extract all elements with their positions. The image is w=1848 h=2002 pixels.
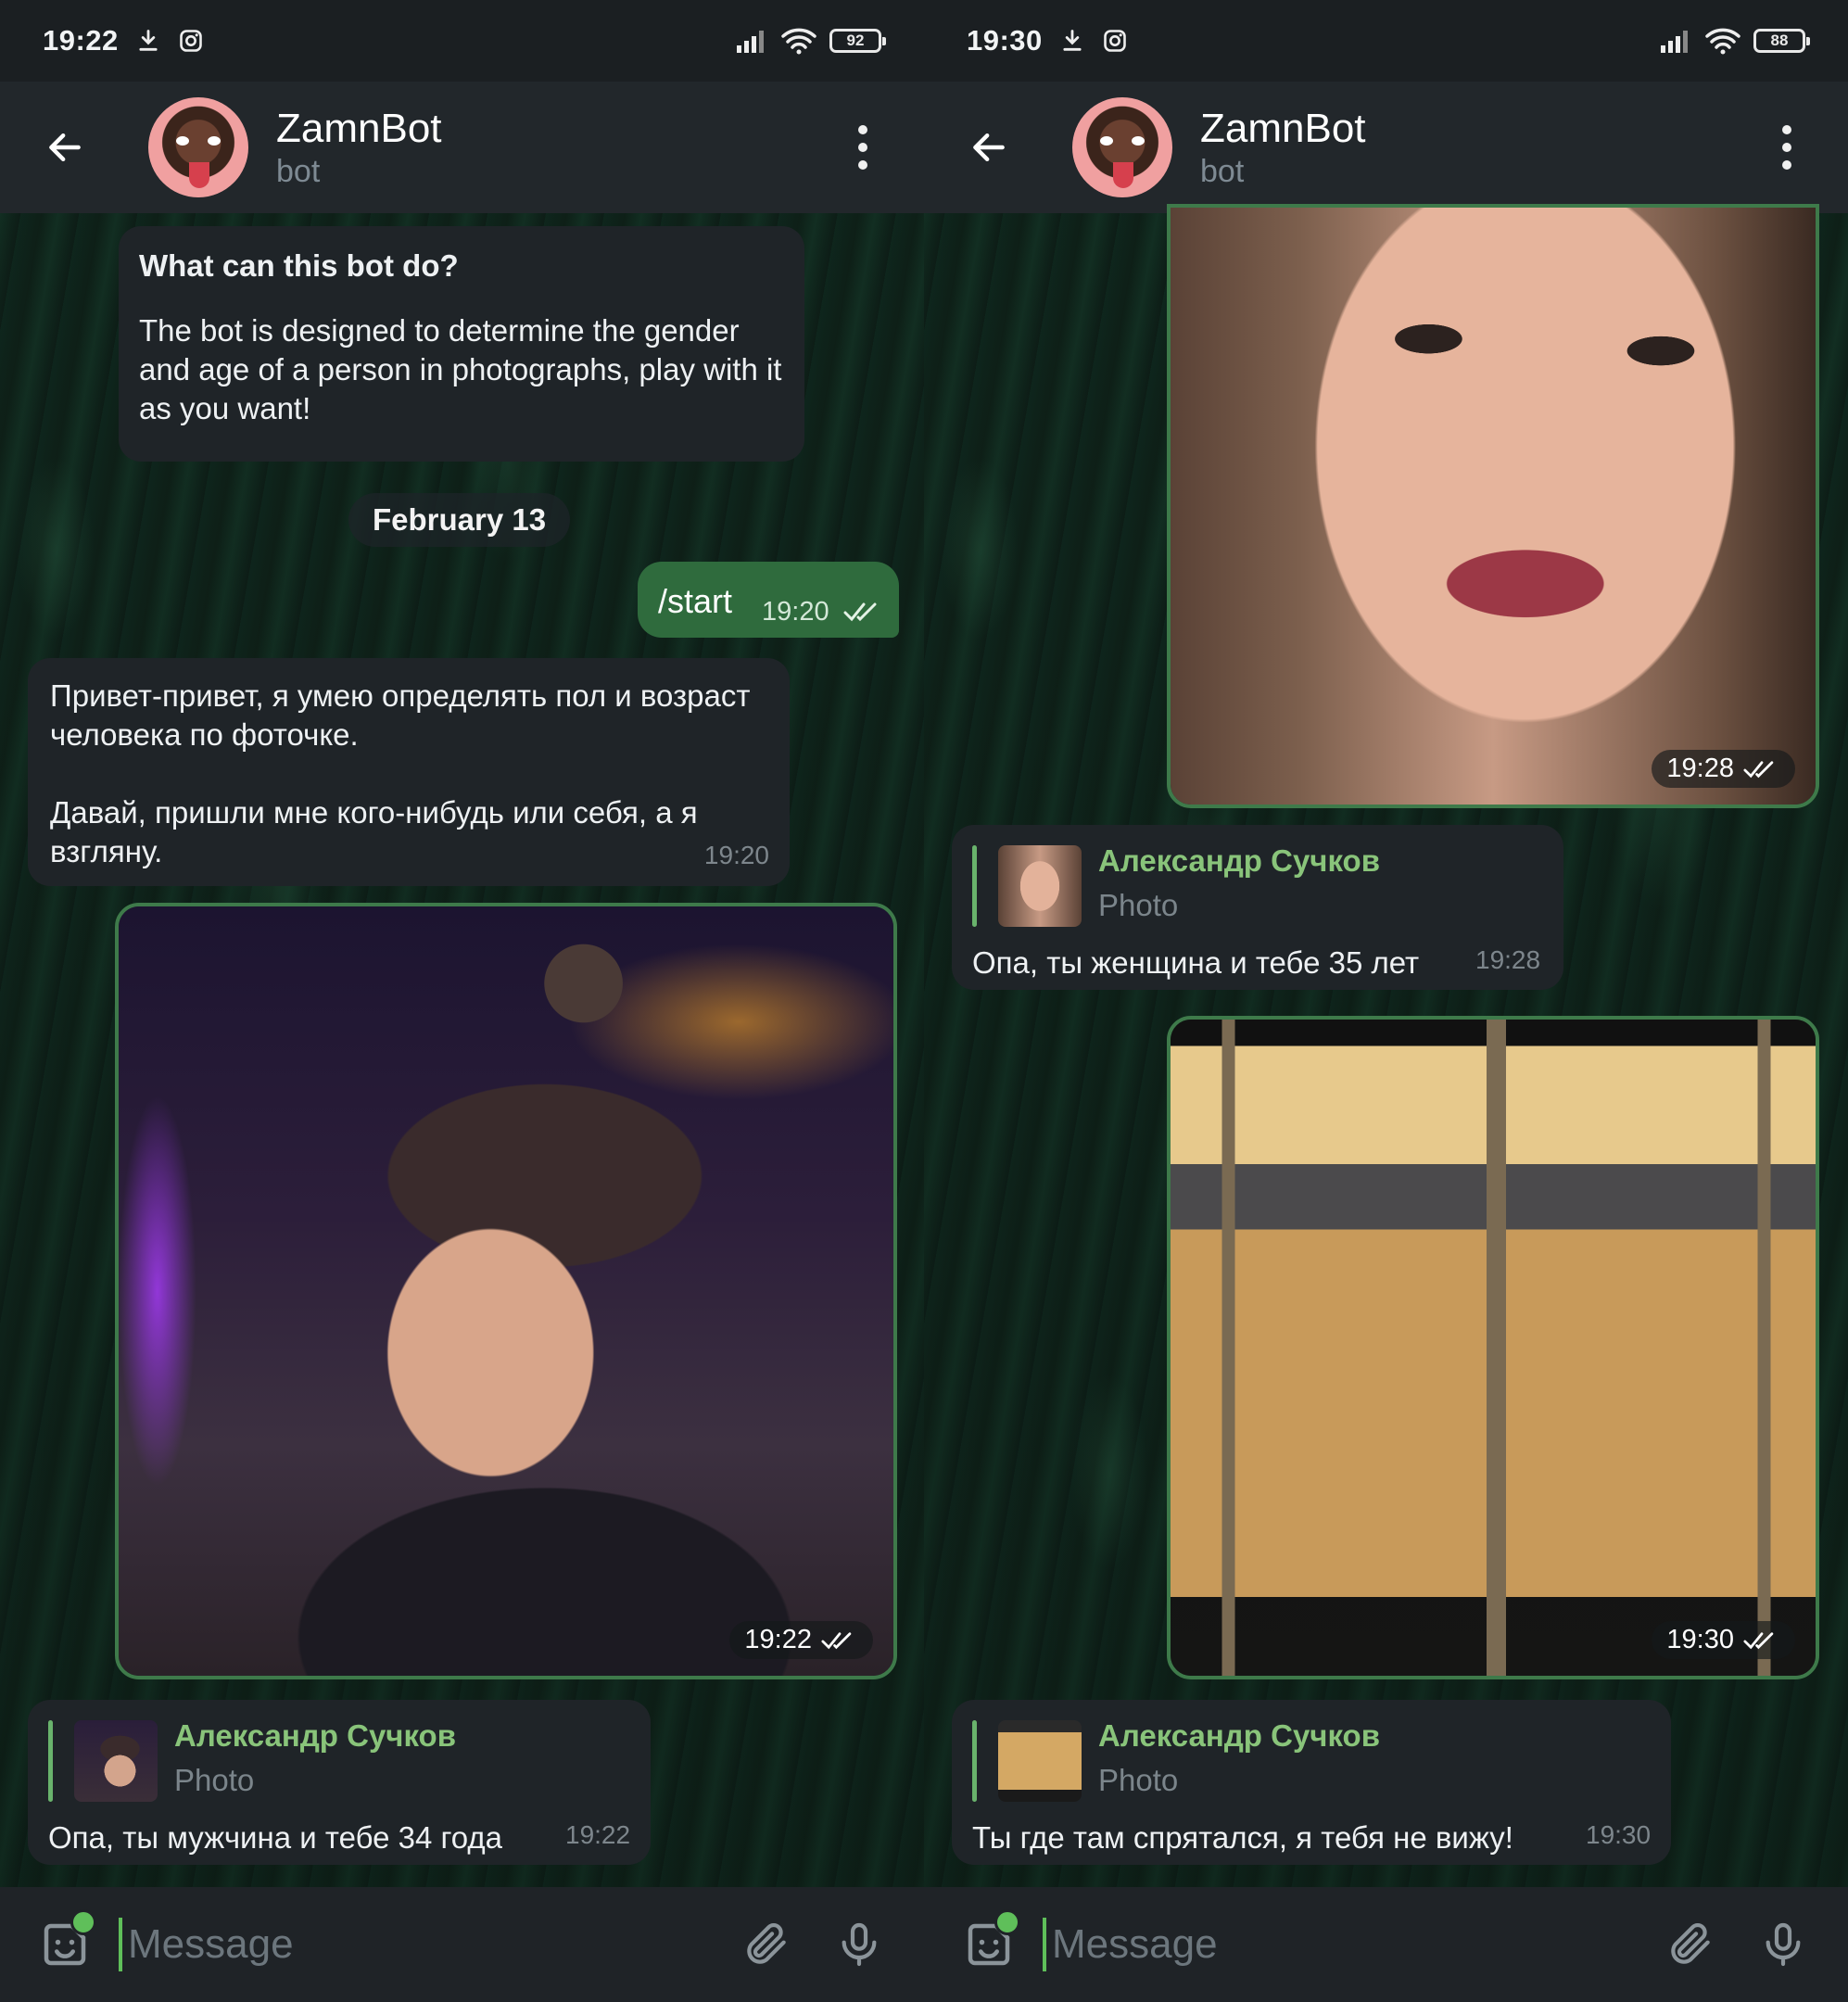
message-time: 19:30 (1586, 1820, 1652, 1849)
bot-reply-message[interactable]: Александр Сучков Photo Опа, ты мужчина и… (28, 1700, 651, 1865)
reply-quote-bar (972, 1720, 977, 1802)
chat-screen-left: 19:22 92 ZamnBot bot What can this bot d… (0, 0, 924, 2002)
instagram-icon (180, 30, 202, 52)
intro-body: The bot is designed to determine the gen… (139, 313, 782, 425)
signal-icon (1661, 31, 1688, 53)
chat-header: ZamnBot bot (0, 82, 924, 213)
battery-indicator: 88 (1753, 29, 1810, 53)
screens: 19:22 92 ZamnBot bot What can this bot d… (0, 0, 1848, 2002)
bot-avatar[interactable] (148, 97, 248, 197)
photo-time-badge: 19:22 (729, 1621, 873, 1659)
bot-reply-message[interactable]: Александр Сучков Photo Опа, ты женщина и… (952, 825, 1563, 990)
photo-message[interactable]: 19:28 (1167, 204, 1819, 808)
message-input[interactable] (1043, 1918, 1626, 1971)
double-check-icon (1743, 760, 1774, 778)
intro-heading: What can this bot do? (139, 248, 459, 283)
reply-thumbnail[interactable] (998, 1720, 1082, 1802)
battery-indicator: 92 (829, 29, 886, 53)
chat-title-block[interactable]: ZamnBot bot (276, 105, 442, 190)
status-bar: 19:30 88 (924, 0, 1848, 82)
reply-author: Александр Сучков (174, 1718, 456, 1753)
reply-quote-bar (972, 845, 977, 927)
more-menu-button[interactable] (854, 125, 872, 170)
back-button[interactable] (961, 120, 1017, 175)
wifi-icon (1705, 28, 1740, 55)
photo-image (1171, 208, 1816, 805)
reply-author: Александр Сучков (1098, 843, 1380, 878)
reply-thumbnail[interactable] (998, 845, 1082, 927)
message-text: Привет-привет, я умею определять пол и в… (50, 678, 751, 752)
paperclip-icon (1671, 1922, 1710, 1964)
photo-message[interactable]: 19:22 (115, 903, 897, 1679)
message-input[interactable] (119, 1918, 702, 1971)
message-text: Ты где там спрятался, я тебя не вижу! (972, 1820, 1513, 1855)
reply-type: Photo (1098, 888, 1179, 922)
message-time: 19:28 (1666, 754, 1734, 783)
voice-button[interactable] (1755, 1917, 1811, 1972)
message-text: Опа, ты женщина и тебе 35 лет (972, 945, 1420, 980)
message-composer (0, 1887, 924, 2002)
status-time: 19:22 (43, 24, 119, 57)
message-text: /start (658, 582, 733, 620)
more-vertical-icon (858, 125, 867, 134)
more-vertical-icon (1782, 125, 1791, 134)
wifi-icon (781, 28, 816, 55)
message-text: Давай, пришли мне кого-нибудь или себя, … (50, 795, 698, 868)
emoji-button[interactable] (961, 1909, 1020, 1972)
reply-type: Photo (174, 1763, 255, 1797)
message-time: 19:22 (565, 1820, 631, 1849)
message-time: 19:28 (1475, 945, 1541, 974)
microphone-icon (1766, 1922, 1801, 1967)
back-button[interactable] (37, 120, 93, 175)
chat-screen-right: 19:30 88 ZamnBot bot 19:28 Александр Суч… (924, 0, 1848, 2002)
reply-author: Александр Сучков (1098, 1718, 1380, 1753)
signal-icon (737, 31, 764, 53)
bot-intro-card: What can this bot do? The bot is designe… (119, 226, 804, 462)
status-bar: 19:22 92 (0, 0, 924, 82)
more-menu-button[interactable] (1778, 125, 1796, 170)
double-check-icon (843, 602, 877, 622)
reply-quote-bar (48, 1720, 53, 1802)
arrow-left-icon (49, 133, 81, 162)
date-divider: February 13 (348, 493, 571, 547)
message-composer (924, 1887, 1848, 2002)
photo-message[interactable]: 19:30 (1167, 1016, 1819, 1679)
emoji-button[interactable] (37, 1909, 96, 1972)
message-text: Опа, ты мужчина и тебе 34 года (48, 1820, 503, 1855)
instagram-icon (1104, 30, 1126, 52)
message-time: 19:20 (703, 841, 769, 869)
bot-avatar[interactable] (1072, 97, 1172, 197)
notification-dot (70, 1909, 96, 1935)
attach-button[interactable] (1663, 1917, 1718, 1972)
message-time: 19:30 (1666, 1625, 1734, 1654)
microphone-icon (842, 1922, 877, 1967)
voice-button[interactable] (831, 1917, 887, 1972)
bot-message[interactable]: Привет-привет, я умею определять пол и в… (28, 658, 790, 886)
chat-header: ZamnBot bot (924, 82, 1848, 213)
double-check-icon (821, 1631, 852, 1649)
download-icon (139, 30, 158, 51)
arrow-left-icon (973, 133, 1005, 162)
double-check-icon (1743, 1631, 1774, 1649)
reply-type: Photo (1098, 1763, 1179, 1797)
paperclip-icon (747, 1922, 786, 1964)
download-icon (1063, 30, 1082, 51)
bot-reply-message[interactable]: Александр Сучков Photo Ты где там спрята… (952, 1700, 1671, 1865)
reply-thumbnail[interactable] (74, 1720, 158, 1802)
photo-time-badge: 19:30 (1652, 1621, 1795, 1659)
chat-subtitle: bot (276, 154, 321, 189)
message-time: 19:22 (744, 1625, 812, 1654)
photo-image (1171, 1020, 1816, 1676)
chat-title-block[interactable]: ZamnBot bot (1200, 105, 1366, 190)
status-time: 19:30 (967, 24, 1043, 57)
outgoing-message[interactable]: /start 19:20 (638, 562, 899, 638)
photo-time-badge: 19:28 (1652, 750, 1795, 788)
chat-title: ZamnBot (1200, 106, 1366, 151)
attach-button[interactable] (739, 1917, 794, 1972)
notification-dot (994, 1909, 1020, 1935)
photo-image (119, 906, 893, 1676)
message-time: 19:20 (762, 597, 829, 627)
chat-title: ZamnBot (276, 106, 442, 151)
chat-subtitle: bot (1200, 154, 1245, 189)
